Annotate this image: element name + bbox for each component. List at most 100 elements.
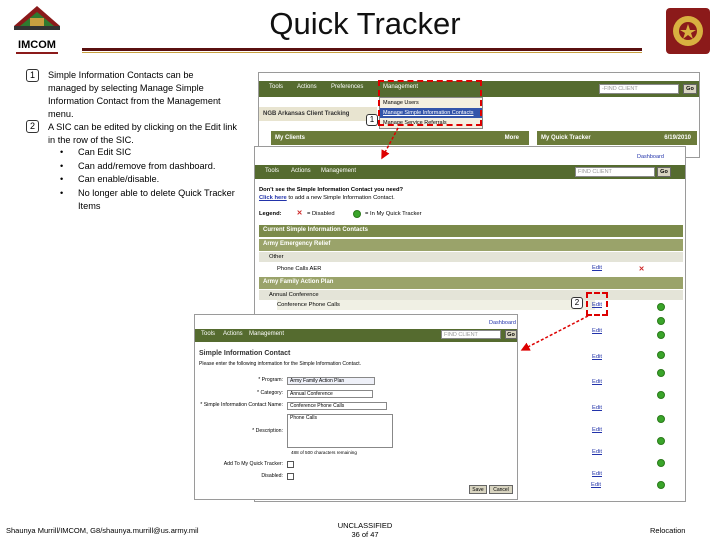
quick-tracker-icon [657,331,665,339]
menu-tools[interactable]: Tools [265,168,279,174]
program-label: * Program: [258,377,283,383]
search-input[interactable]: FIND CLIENT [575,167,655,177]
edit-link[interactable]: Edit [592,405,602,411]
edit-link[interactable]: Edit [592,354,602,360]
disabled-icon: ✕ [296,210,303,217]
add-sic-link[interactable]: Click here [259,195,287,201]
search-input[interactable]: FIND CLIENT [441,330,501,339]
screenshot-sic-edit-form: Tools Actions Management FIND CLIENT Go … [194,314,518,500]
quick-tracker-icon [657,437,665,445]
slide-title: Quick Tracker [269,6,461,41]
disabled-icon: ✕ [638,266,645,273]
category-label: * Category: [257,390,283,396]
quick-tracker-icon [353,210,361,218]
sic-row-name: Conference Phone Calls [277,300,595,310]
program-select[interactable]: Army Family Action Plan [287,377,375,385]
prompt-line-2: Click here to add a new Simple Informati… [259,193,395,203]
army-seal-icon [666,8,710,54]
my-clients-header: My Clients More [271,131,529,145]
description-label: * Description: [252,428,283,434]
menu-tools[interactable]: Tools [201,331,215,337]
more-link[interactable]: More [505,131,519,145]
imcom-logo: IMCOM [14,6,60,54]
quick-tracker-checkbox[interactable] [287,461,294,468]
quick-tracker-icon [657,317,665,325]
go-button[interactable]: Go [505,330,517,339]
save-button[interactable]: Save [469,485,487,494]
quick-tracker-icon [657,459,665,467]
go-button[interactable]: Go [683,84,697,94]
quick-tracker-icon [657,351,665,359]
menu-tools[interactable]: Tools [269,84,283,90]
subgroup-row: Other [259,252,683,262]
prompt-line-2-text: to add a new Simple Information Contact. [288,195,395,201]
quick-tracker-header: My Quick Tracker 6/19/2010 [537,131,697,145]
menu-bar: Tools Actions Management FIND CLIENT Go [195,329,517,342]
edit-link[interactable]: Edit [592,449,602,455]
quick-tracker-icon [657,481,665,489]
highlight-edit-link [586,292,608,316]
annotation-badge-1: 1 [366,114,378,126]
footer-classification: UNCLASSIFIED 36 of 47 [310,521,420,539]
dashboard-link[interactable]: Dashboard [489,320,516,326]
edit-link[interactable]: Edit [592,427,602,433]
dashboard-link[interactable]: Dashboard [637,154,664,160]
bullet-number-1: 1 [26,69,39,82]
quick-tracker-icon [657,391,665,399]
search-input[interactable]: -FIND CLIENT [599,84,679,94]
footer-author: Shaunya Murrill/IMCOM, G8/shaunya.murril… [6,526,199,535]
sub-bullet-item: Can enable/disable. [60,173,240,187]
form-instructions: Please enter the following information f… [199,361,362,367]
disabled-checkbox[interactable] [287,473,294,480]
title-rule-accent [82,52,642,53]
menu-management[interactable]: Management [321,168,356,174]
edit-link[interactable]: Edit [592,379,602,385]
menu-preferences[interactable]: Preferences [331,84,363,90]
bullet-text-2: A SIC can be edited by clicking on the E… [48,122,237,145]
sub-bullet-item: No longer able to delete Quick Tracker I… [60,187,240,214]
edit-link[interactable]: Edit [592,265,602,271]
tracker-date: 6/19/2010 [664,135,691,141]
menu-actions[interactable]: Actions [291,168,311,174]
sub-bullet-item: Can Edit SIC [60,146,240,160]
edit-link[interactable]: Edit [592,328,602,334]
legend-disabled: = Disabled [307,211,335,217]
menu-actions[interactable]: Actions [297,84,317,90]
sub-bullet-list: Can Edit SIC Can add/remove from dashboa… [60,146,240,214]
legend-label: Legend: [259,211,282,217]
go-button[interactable]: Go [657,167,671,177]
title-rule [82,48,642,51]
menu-actions[interactable]: Actions [223,331,243,337]
bullet-text-1: Simple Information Contacts can be manag… [48,70,221,119]
sic-name-label: * Simple Information Contact Name: [200,402,283,408]
category-select[interactable]: Annual Conference [287,390,373,398]
quick-tracker-icon [657,303,665,311]
sub-bullet-item: Can add/remove from dashboard. [60,160,240,174]
annotation-badge-2: 2 [571,297,583,309]
imcom-logo-text: IMCOM [18,39,56,51]
description-textarea[interactable]: Phone Calls [287,414,393,448]
cancel-button[interactable]: Cancel [489,485,513,494]
edit-link[interactable]: Edit [592,471,602,477]
sic-row-name: Phone Calls AER [277,266,322,272]
menu-bar: Tools Actions Management FIND CLIENT Go [255,165,685,179]
quick-tracker-label: My Quick Tracker [541,135,591,141]
quick-tracker-icon [657,369,665,377]
sic-name-input[interactable]: Conference Phone Calls [287,402,387,410]
quick-tracker-icon [657,415,665,423]
footer-section: Relocation [650,526,686,535]
form-heading: Simple Information Contact [199,350,291,357]
menu-management[interactable]: Management [249,331,284,337]
client-tracking-bar: NGB Arkansas Client Tracking [259,107,377,121]
bullet-number-2: 2 [26,120,39,133]
current-sic-header: Current Simple Information Contacts [259,225,683,237]
legend-quick-tracker: = In My Quick Tracker [365,211,422,217]
my-clients-label: My Clients [275,135,306,141]
quick-tracker-label: Add To My Quick Tracker: [223,461,283,467]
subgroup-row: Annual Conference [259,290,683,300]
group-header: Army Emergency Relief [259,239,683,251]
edit-link[interactable]: Edit [591,482,601,488]
disabled-label: Disabled: [261,473,283,479]
group-header: Army Family Action Plan [259,277,683,289]
highlight-management-menu [378,80,482,126]
